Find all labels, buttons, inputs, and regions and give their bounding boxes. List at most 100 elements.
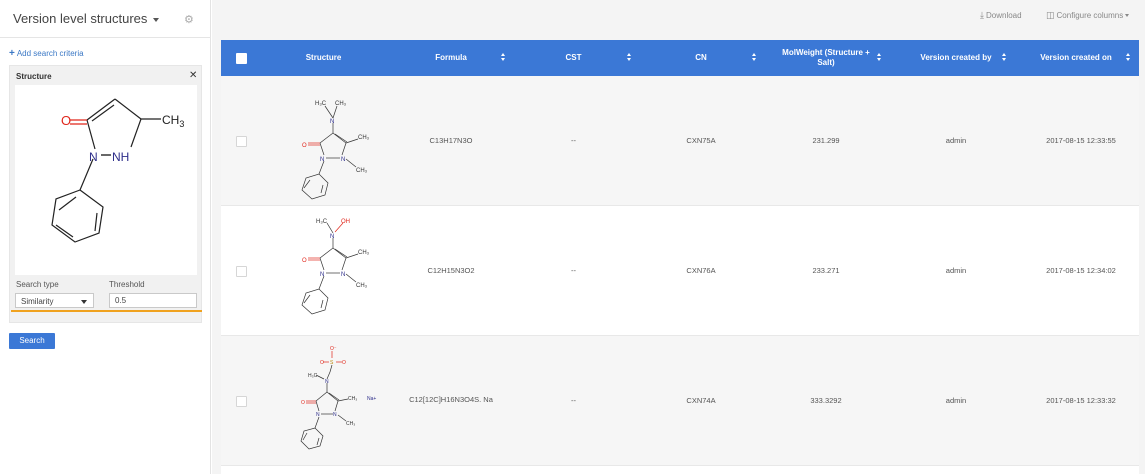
atom-label: O	[302, 143, 307, 149]
atom-label: CH₃	[358, 135, 370, 141]
sort-icon[interactable]	[877, 53, 883, 63]
atom-label: O	[301, 400, 305, 406]
sort-icon[interactable]	[1002, 53, 1008, 63]
structure-thumbnail: H₃C CH₃ N O N N CH₃ CH₃	[301, 101, 370, 200]
cell-created-by: admin	[945, 136, 967, 145]
atom-label: H₃C	[316, 219, 328, 225]
row-checkbox[interactable]	[236, 396, 247, 407]
atom-label: N	[341, 272, 345, 278]
download-label: Download	[985, 11, 1022, 20]
add-search-criteria-label: Add search criteria	[16, 49, 84, 58]
sort-icon[interactable]	[627, 53, 633, 63]
select-all-checkbox[interactable]	[236, 53, 247, 64]
col-cn-label: CN	[695, 53, 707, 62]
search-type-label: Search type	[16, 280, 59, 289]
search-button[interactable]: Search	[9, 333, 55, 349]
cell-created-on: 2017-08-15 12:34:02	[1046, 266, 1116, 275]
cell-formula: C13H17N3O	[429, 136, 473, 145]
cell-molweight: 231.299	[812, 136, 840, 145]
add-search-criteria-link[interactable]: + Add search criteria	[9, 48, 84, 59]
sort-icon[interactable]	[501, 53, 507, 63]
row-checkbox[interactable]	[236, 136, 247, 147]
configure-columns-label: Configure columns	[1056, 11, 1124, 20]
col-structure[interactable]: Structure	[271, 40, 376, 76]
atom-label: S	[330, 360, 334, 366]
cell-molweight: 233.271	[812, 266, 840, 275]
search-type-select[interactable]: Similarity	[15, 293, 94, 308]
col-cst-label: CST	[565, 53, 582, 62]
atom-label: OH	[341, 219, 350, 225]
col-created-by[interactable]: Version created by	[906, 40, 1006, 76]
configure-columns-button[interactable]: ◫ Configure columns	[1046, 10, 1130, 21]
focus-underline	[11, 310, 202, 312]
threshold-input[interactable]	[109, 293, 197, 308]
atom-label: CH₃	[356, 168, 368, 174]
atom-oxygen: O	[61, 113, 71, 128]
structure-thumbnail: H₃C OH N O N N CH₃ CH₃	[301, 219, 370, 315]
download-button[interactable]: ⤓ Download	[980, 10, 1022, 21]
sidebar-header: Version level structures ⚙	[0, 0, 211, 38]
atom-label: N	[330, 119, 334, 125]
main-content: ⤓ Download ◫ Configure columns Structure F…	[212, 0, 1145, 474]
search-type-value: Similarity	[21, 297, 54, 306]
col-molweight-label: MolWeight (Structure + Salt)	[782, 48, 870, 67]
col-structure-label: Structure	[305, 53, 342, 62]
atom-label: CH₃	[346, 421, 355, 427]
atom-nitrogen: N	[89, 150, 98, 164]
structure-criteria-panel: Structure ✕ O CH3 N NH Search type Thres…	[9, 65, 202, 323]
table-row[interactable]: H₃C CH₃ N O N N CH₃ CH₃ C13H17N3O -- CXN…	[221, 76, 1139, 206]
cell-cn: CXN75A	[686, 136, 716, 145]
atom-label: N	[325, 379, 329, 385]
atom-label: N	[316, 412, 320, 418]
atom-label: CH₃	[348, 396, 357, 402]
atom-label: O⁻	[330, 346, 337, 352]
atom-label: N	[333, 412, 337, 418]
col-created-on-label: Version created on	[1040, 53, 1112, 62]
atom-label: N	[320, 157, 324, 163]
sort-icon[interactable]	[752, 53, 758, 63]
cell-cn: CXN76A	[686, 266, 716, 275]
gear-icon[interactable]: ⚙	[184, 13, 194, 26]
col-molweight[interactable]: MolWeight (Structure + Salt)	[776, 40, 876, 76]
col-cn[interactable]: CN	[661, 40, 741, 76]
structure-drawing-canvas[interactable]: O CH3 N NH	[15, 85, 197, 275]
view-selector[interactable]: Version level structures	[13, 11, 160, 26]
col-formula-label: Formula	[435, 53, 467, 62]
cell-created-by: admin	[945, 396, 967, 405]
cell-formula: C12[12C]H16N3O4S. Na	[409, 395, 493, 404]
atom-label: H₃C	[315, 101, 327, 107]
download-icon: ⤓	[980, 10, 984, 20]
cell-cst: --	[571, 396, 576, 405]
atom-label: O	[302, 258, 307, 264]
atom-label: CH₃	[356, 283, 368, 289]
atom-methyl: CH3	[162, 113, 184, 129]
table-header: Structure Formula CST CN MolWeight (Stru…	[221, 40, 1139, 76]
caret-down-icon	[81, 300, 87, 304]
atom-label: N	[330, 234, 334, 240]
col-formula[interactable]: Formula	[401, 40, 501, 76]
atom-nh: NH	[112, 150, 129, 164]
caret-down-icon	[1125, 14, 1130, 18]
atom-label: O	[320, 360, 324, 366]
cell-formula: C12H15N3O2	[427, 266, 475, 275]
col-created-on[interactable]: Version created on	[1031, 40, 1121, 76]
toolbar: ⤓ Download ◫ Configure columns	[212, 0, 1145, 30]
atom-label: N	[320, 272, 324, 278]
atom-label: CH₃	[335, 101, 347, 107]
row-checkbox[interactable]	[236, 266, 247, 277]
app: Version level structures ⚙ + Add search c…	[0, 0, 1145, 474]
table-row[interactable]: H₃C OH N O N N CH₃ CH₃ C12H15N3O2 -- CXN…	[221, 206, 1139, 336]
caret-down-icon	[153, 17, 160, 22]
cell-cst: --	[571, 136, 576, 145]
sort-icon[interactable]	[1126, 53, 1132, 63]
close-icon[interactable]: ✕	[189, 70, 197, 81]
cell-created-by: admin	[945, 266, 967, 275]
salt-label: Na+	[367, 396, 377, 402]
col-cst[interactable]: CST	[536, 40, 611, 76]
atom-label: H₃C	[308, 373, 318, 379]
cell-created-on: 2017-08-15 12:33:55	[1046, 136, 1116, 145]
results-table: Structure Formula CST CN MolWeight (Stru…	[221, 40, 1139, 474]
table-row[interactable]: O⁻ S O O H₃C N O N N CH₃ CH₃ Na+ C12[12C…	[221, 336, 1139, 466]
cell-cn: CXN74A	[686, 396, 716, 405]
col-created-by-label: Version created by	[920, 53, 992, 62]
